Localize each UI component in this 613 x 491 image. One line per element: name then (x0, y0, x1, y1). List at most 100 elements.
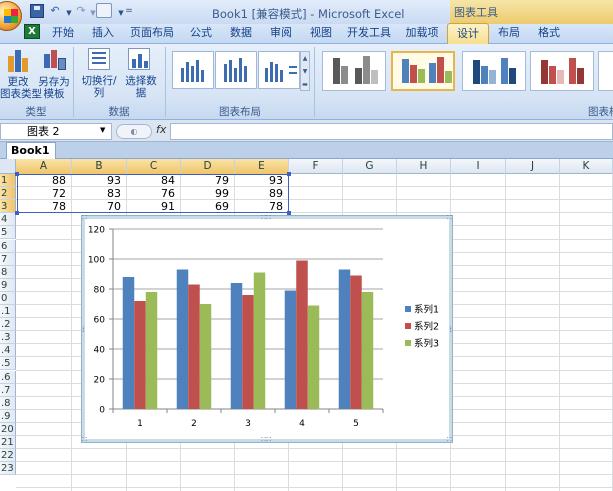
save-icon[interactable] (30, 4, 44, 18)
row-header[interactable]: 3 (0, 200, 16, 214)
tab-design[interactable]: 设计 (447, 23, 489, 45)
column-header[interactable]: E (235, 159, 289, 174)
chart-style-selected[interactable] (391, 51, 455, 91)
row-header[interactable]: .5 (0, 357, 16, 371)
group-label-data: 数据 (108, 106, 130, 118)
row-header[interactable]: 23 (0, 462, 16, 476)
workbook-tab[interactable]: Book1 * (6, 142, 56, 172)
tab-insert[interactable]: 插入 (90, 25, 116, 43)
chart-plot: 0 20 40 60 80 100 120 1 2 3 4 5 系列1 系列2 系列3 (88, 226, 439, 430)
tab-format[interactable]: 格式 (536, 25, 562, 43)
row-header[interactable]: .6 (0, 370, 16, 384)
row-header[interactable]: 22 (0, 449, 16, 463)
select-all-corner[interactable] (0, 159, 16, 174)
y-tick-label: 120 (88, 226, 105, 236)
row-header[interactable]: 0 (0, 291, 16, 305)
column-header[interactable]: G (343, 159, 397, 174)
tab-data[interactable]: 数据 (228, 25, 254, 43)
column-header[interactable]: F (289, 159, 343, 174)
row-header[interactable]: .9 (0, 409, 16, 423)
y-tick-label: 40 (94, 346, 106, 356)
name-box-dropdown-icon[interactable]: ▼ (100, 126, 105, 134)
customize-toolbar-icon[interactable]: = (122, 4, 136, 18)
tab-developer[interactable]: 开发工具 (346, 25, 392, 43)
x-tick-label: 3 (245, 419, 251, 429)
row-header[interactable]: 20 (0, 422, 16, 436)
bar (145, 292, 158, 409)
row-header[interactable]: 2 (0, 187, 16, 201)
tab-formulas[interactable]: 公式 (188, 25, 214, 43)
gridline (71, 174, 72, 491)
chart-tools-label: 图表工具 (450, 0, 613, 24)
excel-icon: X (24, 24, 40, 39)
column-header[interactable]: A (16, 159, 72, 174)
column-header[interactable]: K (560, 159, 613, 174)
row-header[interactable]: 4 (0, 213, 16, 227)
row-header[interactable]: 1 (0, 174, 16, 188)
chart-layout-3[interactable] (258, 51, 300, 89)
chart-layout-1[interactable] (172, 51, 214, 89)
x-tick-label: 2 (191, 419, 197, 429)
insert-function-icon[interactable]: fx (156, 123, 166, 136)
change-chart-type-button[interactable]: 更改 图表类型 (0, 76, 42, 100)
row-header[interactable]: .1 (0, 305, 16, 319)
column-header[interactable]: I (451, 159, 506, 174)
undo-icon[interactable]: ↶ (48, 4, 62, 18)
legend-label: 系列2 (414, 321, 439, 333)
legend-label: 系列1 (414, 304, 439, 316)
row-header[interactable]: .2 (0, 318, 16, 332)
switch-row-column-button[interactable]: 切换行/列 (78, 75, 120, 99)
gridline (16, 448, 613, 450)
column-header[interactable]: J (506, 159, 560, 174)
gridline (559, 174, 560, 491)
row-header[interactable]: .3 (0, 331, 16, 345)
print-preview-icon[interactable] (96, 3, 112, 18)
chart-layout-2[interactable] (215, 51, 257, 89)
tab-layout[interactable]: 布局 (496, 25, 522, 43)
bar (361, 292, 374, 409)
save-as-template-button[interactable]: 另存为 模板 (36, 76, 72, 100)
tab-view[interactable]: 视图 (308, 25, 334, 43)
column-header[interactable]: B (72, 159, 127, 174)
resize-handle[interactable]: ⁞ (449, 326, 452, 334)
office-logo-icon (4, 9, 18, 23)
y-tick-label: 20 (94, 376, 106, 386)
row-header[interactable]: .8 (0, 396, 16, 410)
gridline (16, 461, 613, 463)
select-data-button[interactable]: 选择数据 (121, 75, 161, 99)
switch-row-column-icon[interactable] (88, 48, 110, 70)
y-tick-label: 0 (99, 406, 105, 416)
formula-bar-divider-handle[interactable]: ◐ (116, 124, 152, 139)
row-header[interactable]: 9 (0, 278, 16, 292)
column-header[interactable]: C (127, 159, 181, 174)
name-box[interactable]: 图表 2 (0, 123, 112, 140)
x-tick-label: 4 (299, 419, 305, 429)
select-data-icon[interactable] (128, 48, 150, 70)
row-header[interactable]: 8 (0, 265, 16, 279)
gridline (16, 474, 613, 476)
chart-style-red[interactable] (530, 51, 594, 91)
formula-input[interactable] (170, 123, 613, 140)
save-as-template-icon[interactable] (42, 48, 68, 74)
bar (284, 290, 297, 409)
row-header[interactable]: 21 (0, 436, 16, 450)
layout-gallery-scroll[interactable]: ▲ ▼ ▬ (300, 51, 310, 91)
tab-review[interactable]: 审阅 (268, 25, 294, 43)
tab-home[interactable]: 开始 (50, 25, 76, 43)
tab-page-layout[interactable]: 页面布局 (130, 25, 174, 43)
column-header[interactable]: H (397, 159, 451, 174)
chart-style-partial[interactable] (598, 51, 613, 91)
row-header[interactable]: 7 (0, 252, 16, 266)
legend-swatch (405, 306, 411, 312)
chart-style-gray[interactable] (322, 51, 386, 91)
row-header[interactable]: .7 (0, 383, 16, 397)
change-chart-type-icon[interactable] (4, 48, 32, 74)
row-header[interactable]: .4 (0, 344, 16, 358)
bar (199, 304, 212, 409)
column-header[interactable]: D (181, 159, 235, 174)
row-header[interactable]: 6 (0, 239, 16, 253)
row-header[interactable]: 5 (0, 226, 16, 240)
chart-style-blue[interactable] (462, 51, 526, 91)
tab-addins[interactable]: 加载项 (404, 25, 440, 43)
embedded-chart[interactable]: ∷ ∷∷ ∷ ⁞ ⁞ ∷ ∷∷ ∷ 0 20 40 60 80 100 120 1 2 3 4 5 系列… (81, 214, 453, 444)
